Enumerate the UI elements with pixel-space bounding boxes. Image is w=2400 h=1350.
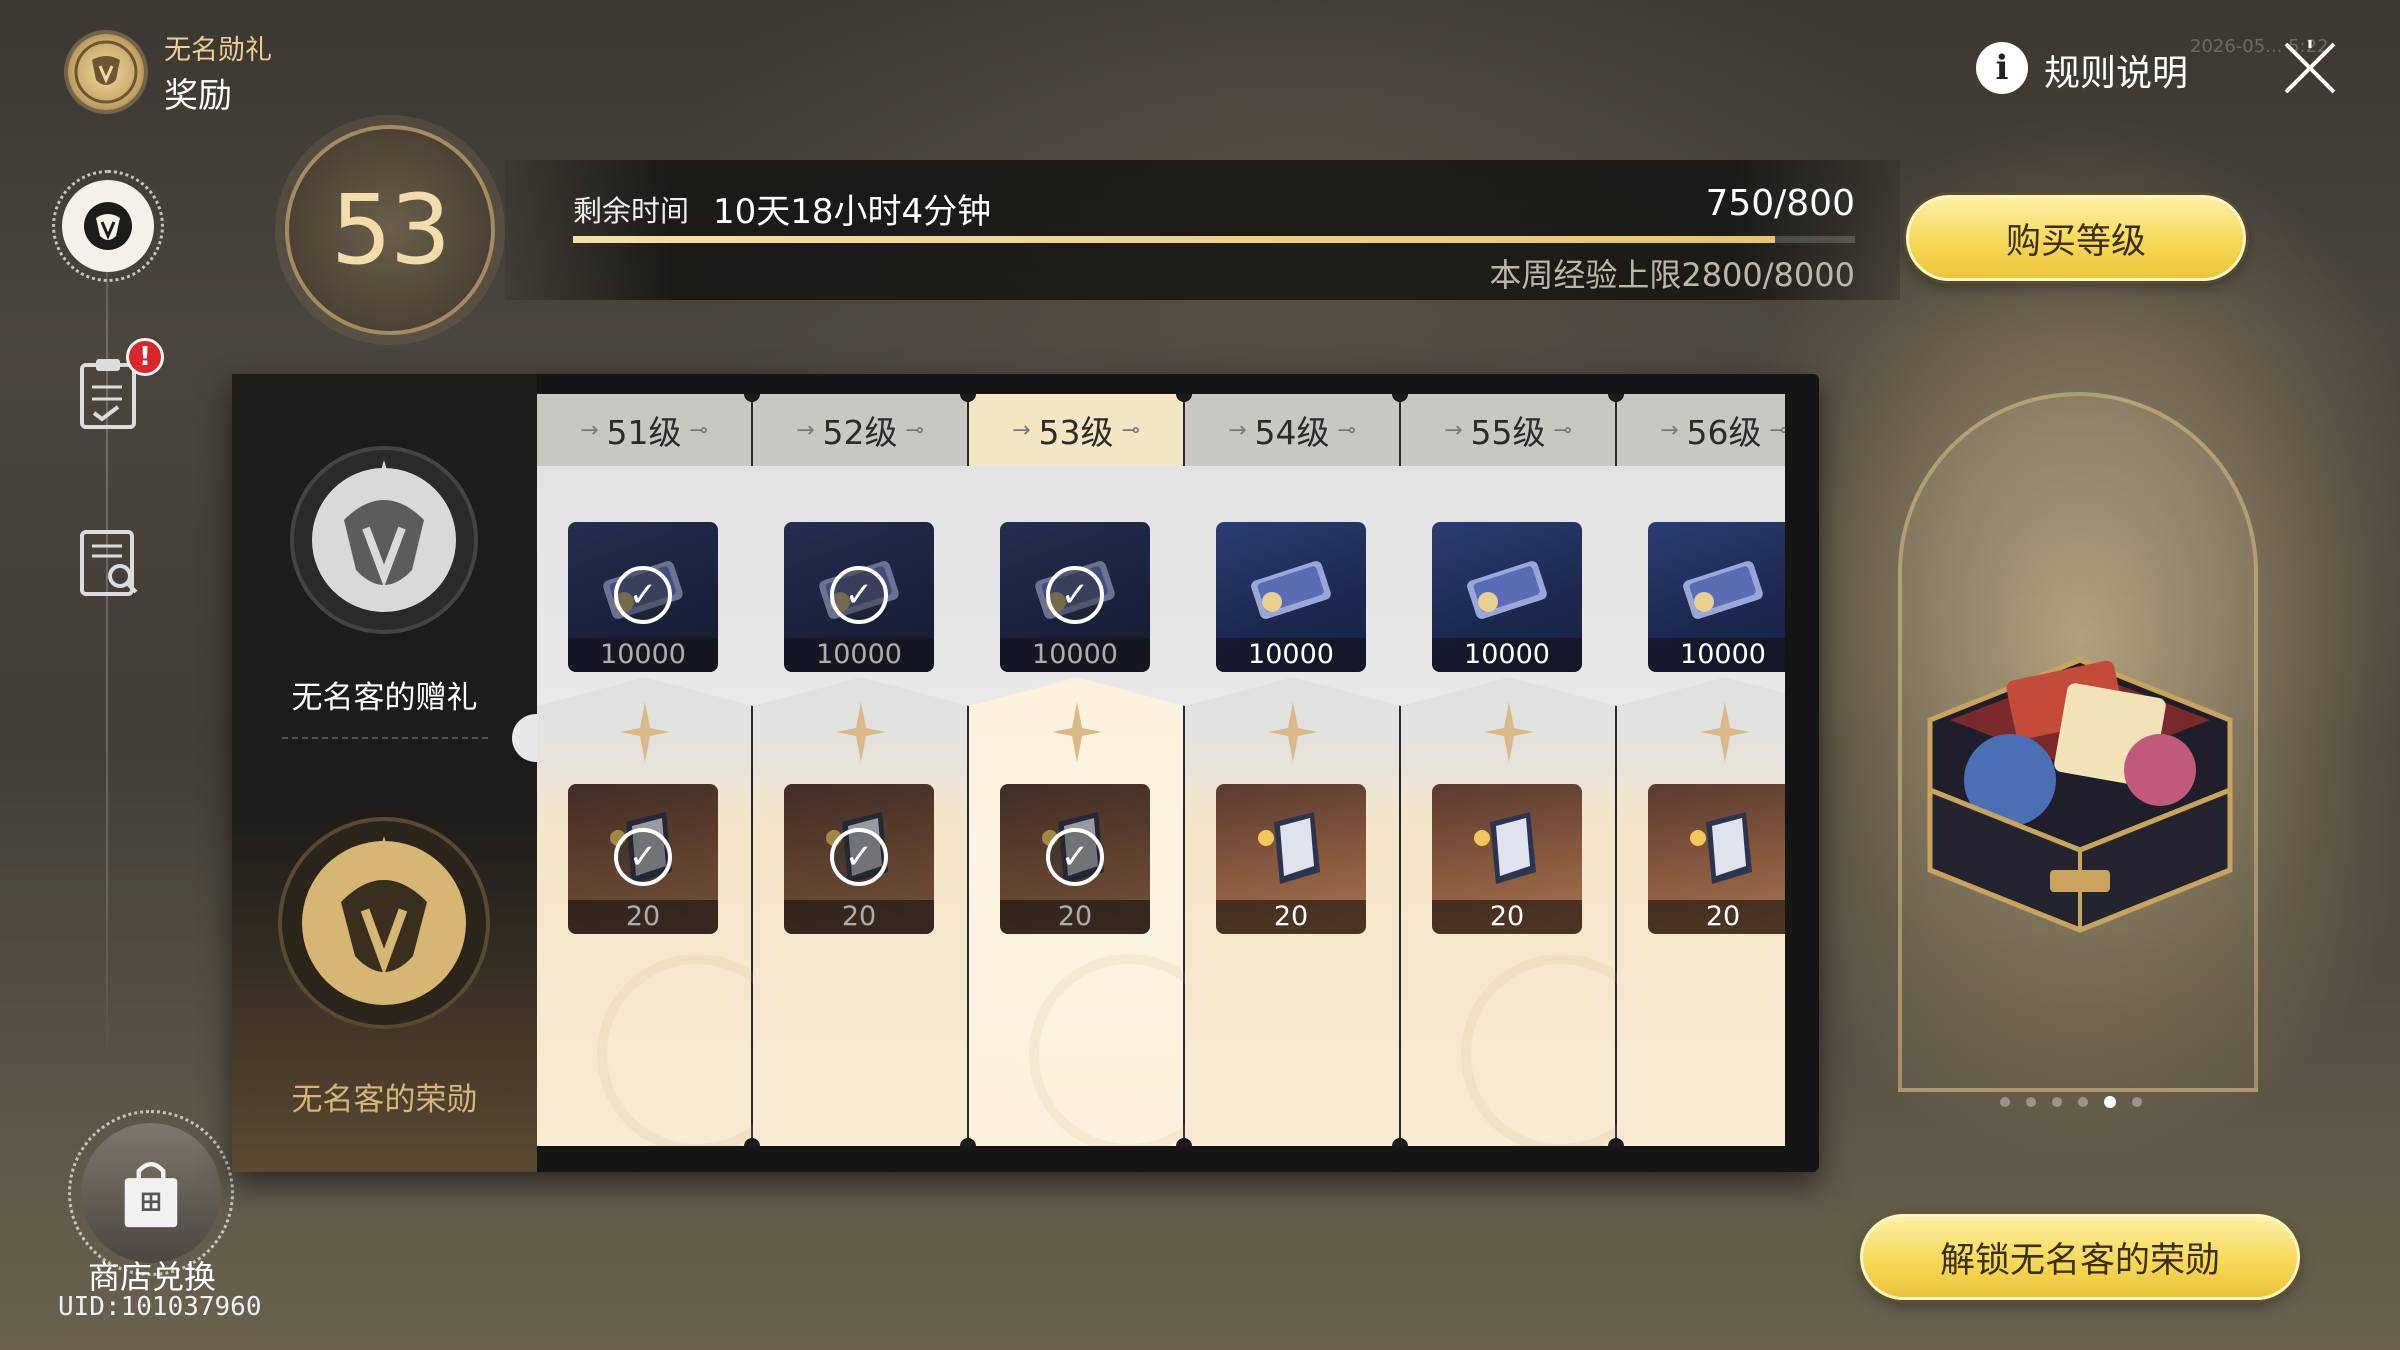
free-track-label: 无名客的赠礼 <box>291 680 478 716</box>
uid-text: UID:101037960 <box>58 1292 262 1322</box>
pager-dot[interactable] <box>2078 1097 2088 1107</box>
free-reward-item[interactable]: 10000 <box>1216 522 1366 672</box>
level-header: → 54级 ⊸ <box>1185 394 1399 466</box>
mission-log-icon[interactable] <box>78 528 140 598</box>
free-reward-item[interactable]: 10000 ✓ <box>784 522 934 672</box>
medal-logo-icon <box>68 34 144 110</box>
free-track-emblem-icon <box>284 440 484 640</box>
claimed-check-icon: ✓ <box>614 828 672 886</box>
exp-progress-fill <box>573 236 1775 243</box>
level-column[interactable]: → 53级 ⊸ 10000 ✓ 20 ✓ <box>969 394 1229 1146</box>
item-quantity: 20 <box>1000 900 1150 934</box>
item-quantity: 20 <box>1432 900 1582 934</box>
level-column[interactable]: → 56级 ⊸ 10000 20 <box>1617 394 1785 1146</box>
claimed-check-icon: ✓ <box>1046 828 1104 886</box>
free-reward-item[interactable]: 10000 <box>1648 522 1785 672</box>
rules-button[interactable]: 规则说明 <box>2044 44 2188 96</box>
item-quantity: 10000 <box>784 638 934 672</box>
unlock-honor-label: 解锁无名客的荣勋 <box>1939 1240 2220 1281</box>
pager-dot[interactable] <box>2000 1097 2010 1107</box>
material-book-icon <box>1690 812 1752 884</box>
level-header: → 56级 ⊸ <box>1617 394 1785 466</box>
claimed-check-icon: ✓ <box>830 828 888 886</box>
item-quantity: 10000 <box>1648 638 1785 672</box>
remaining-time-label: 剩余时间 <box>573 194 690 228</box>
level-label: 56级 <box>1686 413 1762 452</box>
level-column[interactable]: → 51级 ⊸ 10000 ✓ 20 ✓ <box>537 394 797 1146</box>
paid-reward-item[interactable]: 20 <box>1432 784 1582 934</box>
free-reward-item[interactable]: 10000 ✓ <box>1000 522 1150 672</box>
separator-star-icon <box>1268 702 1318 762</box>
item-quantity: 20 <box>784 900 934 934</box>
treasure-chest-icon[interactable] <box>1890 570 2270 950</box>
separator-star-icon <box>1700 702 1750 762</box>
rail-divider <box>106 160 108 1060</box>
level-label: 52级 <box>822 413 898 452</box>
claimed-check-icon: ✓ <box>1046 566 1104 624</box>
exp-value: 750/800 <box>1705 183 1855 224</box>
buy-level-label: 购买等级 <box>2005 221 2146 262</box>
level-column[interactable]: → 54级 ⊸ 10000 20 <box>1185 394 1408 1146</box>
paid-reward-item[interactable]: 20 <box>1216 784 1366 934</box>
item-quantity: 20 <box>1648 900 1785 934</box>
level-number: 53 <box>330 174 451 286</box>
paid-reward-item[interactable]: 20 <box>1648 784 1785 934</box>
claimed-check-icon: ✓ <box>614 566 672 624</box>
paid-track-emblem-icon <box>271 810 497 1036</box>
free-reward-item[interactable]: 10000 ✓ <box>568 522 718 672</box>
level-label: 55级 <box>1470 413 1546 452</box>
shopping-bag-icon <box>124 1161 178 1228</box>
rail-rewards-tab[interactable] <box>52 170 164 282</box>
material-book-icon <box>1258 812 1320 884</box>
level-header: → 51级 ⊸ <box>537 394 751 466</box>
paid-reward-item[interactable]: 20 ✓ <box>784 784 934 934</box>
item-quantity: 20 <box>568 900 718 934</box>
buy-level-button[interactable]: 购买等级 <box>1906 195 2246 281</box>
credit-pass-icon <box>1251 561 1331 619</box>
separator-star-icon <box>620 702 670 762</box>
pager-dot[interactable] <box>2052 1097 2062 1107</box>
page-title: 奖励 <box>164 76 232 116</box>
free-reward-item[interactable]: 10000 <box>1432 522 1582 672</box>
item-quantity: 20 <box>1216 900 1366 934</box>
separator-star-icon <box>1484 702 1534 762</box>
item-quantity: 10000 <box>1000 638 1150 672</box>
separator-star-icon <box>1052 702 1102 762</box>
pager-dot[interactable] <box>2104 1096 2116 1108</box>
paid-track-label: 无名客的荣勋 <box>291 1082 478 1118</box>
level-badge: 53 <box>285 125 495 335</box>
level-label: 54级 <box>1254 413 1330 452</box>
paid-reward-item[interactable]: 20 ✓ <box>568 784 718 934</box>
level-header: → 55级 ⊸ <box>1401 394 1615 466</box>
level-columns[interactable]: → 51级 ⊸ 10000 ✓ 20 ✓ → 52级 ⊸ 10000 ✓ 20 ✓ → 53级 ⊸ 10000 ✓ 2… <box>537 394 1785 1146</box>
item-quantity: 10000 <box>1216 638 1366 672</box>
level-header: → 52级 ⊸ <box>753 394 967 466</box>
level-label: 53级 <box>1038 413 1114 452</box>
close-icon[interactable] <box>2280 38 2340 98</box>
item-quantity: 10000 <box>1432 638 1582 672</box>
pager-dot[interactable] <box>2026 1097 2036 1107</box>
credit-pass-icon <box>1683 561 1763 619</box>
preview-pager[interactable] <box>2000 1096 2142 1108</box>
notification-badge: ! <box>126 338 164 376</box>
claimed-check-icon: ✓ <box>830 566 888 624</box>
weekly-exp-cap: 本周经验上限2800/8000 <box>1489 256 1855 294</box>
remaining-time-value: 10天18小时4分钟 <box>713 192 992 232</box>
medal-tab-icon <box>84 202 132 250</box>
item-quantity: 10000 <box>568 638 718 672</box>
paid-reward-item[interactable]: 20 ✓ <box>1000 784 1150 934</box>
level-column[interactable]: → 52级 ⊸ 10000 ✓ 20 ✓ <box>753 394 976 1146</box>
level-label: 51级 <box>606 413 682 452</box>
credit-pass-icon <box>1467 561 1547 619</box>
unlock-honor-button[interactable]: 解锁无名客的荣勋 <box>1860 1214 2300 1300</box>
level-header: → 53级 ⊸ <box>969 394 1183 466</box>
info-icon[interactable]: i <box>1976 42 2028 94</box>
track-divider <box>282 737 488 739</box>
level-column[interactable]: → 55级 ⊸ 10000 20 <box>1401 394 1661 1146</box>
page-subtitle: 无名勋礼 <box>164 35 272 66</box>
pager-dot[interactable] <box>2132 1097 2142 1107</box>
exp-progress-bar <box>573 236 1855 243</box>
separator-star-icon <box>836 702 886 762</box>
material-book-icon <box>1474 812 1536 884</box>
